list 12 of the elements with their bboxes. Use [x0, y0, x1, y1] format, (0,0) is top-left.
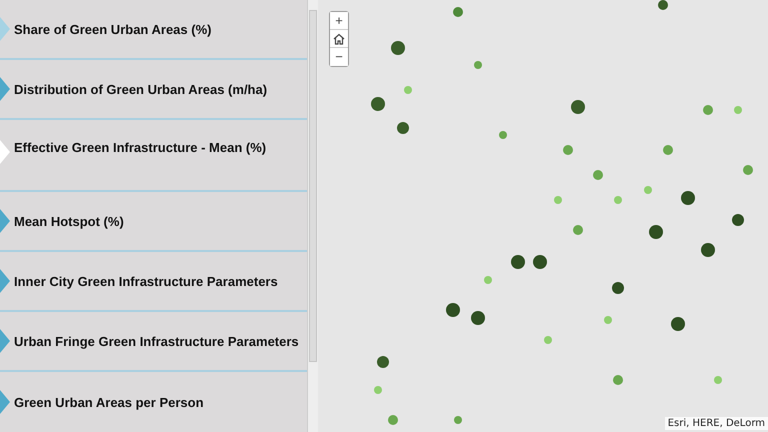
pointer-icon	[0, 329, 10, 353]
sidebar-item[interactable]: Green Urban Areas per Person	[0, 372, 307, 432]
pointer-icon	[0, 140, 10, 164]
zoom-in-button[interactable]: +	[330, 12, 348, 30]
pointer-icon	[0, 209, 10, 233]
pointer-icon	[0, 17, 10, 41]
pointer-icon	[0, 77, 10, 101]
pointer-icon	[0, 390, 10, 414]
scrollbar[interactable]	[307, 0, 318, 432]
home-icon	[333, 32, 345, 44]
map-attribution: Esri, HERE, DeLorm	[664, 417, 768, 430]
pointer-icon	[0, 269, 10, 293]
